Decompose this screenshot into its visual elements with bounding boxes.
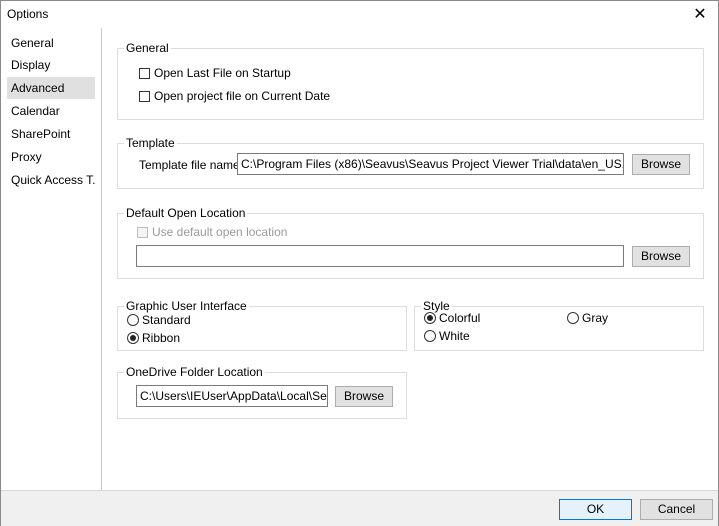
template-browse-button[interactable]: Browse — [632, 154, 690, 175]
use-default-location-label: Use default open location — [152, 225, 288, 239]
checkbox-box — [139, 67, 150, 79]
radio-circle — [127, 332, 139, 344]
checkbox-box — [137, 226, 148, 238]
general-legend: General — [124, 41, 171, 55]
gui-standard-radio[interactable]: Standard — [127, 313, 191, 327]
close-icon[interactable]: ✕ — [682, 1, 718, 27]
style-colorful-radio[interactable]: Colorful — [424, 311, 480, 325]
sidebar-item-advanced[interactable]: Advanced — [7, 77, 95, 99]
style-group: Style Colorful Gray White — [414, 299, 704, 351]
general-group: General Open Last File on Startup Open p… — [117, 41, 704, 120]
sidebar-item-sharepoint[interactable]: SharePoint — [7, 123, 95, 145]
use-default-location-checkbox[interactable]: Use default open location — [137, 225, 287, 239]
template-file-input[interactable]: C:\Program Files (x86)\Seavus\Seavus Pro… — [237, 153, 624, 175]
default-open-legend: Default Open Location — [124, 206, 248, 220]
sidebar-item-display[interactable]: Display — [7, 54, 95, 76]
style-gray-label: Gray — [582, 311, 609, 325]
dialog-footer: OK Cancel — [1, 490, 718, 526]
gui-ribbon-label: Ribbon — [142, 331, 181, 345]
onedrive-legend: OneDrive Folder Location — [124, 365, 265, 379]
default-open-browse-button[interactable]: Browse — [632, 246, 690, 267]
sidebar-item-proxy[interactable]: Proxy — [7, 146, 95, 168]
sidebar-nav: General Display Advanced Calendar ShareP… — [1, 28, 102, 490]
window-title: Options — [7, 7, 49, 21]
gui-group: Graphic User Interface Standard Ribbon — [117, 299, 407, 351]
template-file-label: Template file name: — [139, 158, 244, 172]
ok-button[interactable]: OK — [559, 499, 632, 520]
title-bar: Options ✕ — [1, 1, 718, 27]
sidebar-item-quick-access[interactable]: Quick Access T... — [7, 169, 95, 191]
default-open-path-input[interactable] — [136, 245, 624, 267]
gui-standard-label: Standard — [142, 313, 191, 327]
gui-legend: Graphic User Interface — [124, 299, 249, 313]
radio-circle — [127, 314, 139, 326]
open-last-file-checkbox[interactable]: Open Last File on Startup — [139, 66, 291, 80]
style-gray-radio[interactable]: Gray — [567, 311, 608, 325]
open-current-date-label: Open project file on Current Date — [154, 89, 331, 103]
open-last-file-label: Open Last File on Startup — [154, 66, 291, 80]
sidebar-item-calendar[interactable]: Calendar — [7, 100, 95, 122]
default-open-location-group: Default Open Location Use default open l… — [117, 206, 704, 279]
style-colorful-label: Colorful — [439, 311, 481, 325]
style-white-radio[interactable]: White — [424, 329, 470, 343]
radio-circle — [424, 312, 436, 324]
sidebar-item-general[interactable]: General — [7, 32, 95, 54]
onedrive-path-input[interactable]: C:\Users\IEUser\AppData\Local\Seav — [136, 385, 328, 407]
checkbox-box — [139, 90, 150, 102]
onedrive-group: OneDrive Folder Location C:\Users\IEUser… — [117, 365, 407, 419]
template-legend: Template — [124, 136, 177, 150]
options-dialog: Options ✕ General Display Advanced Calen… — [0, 0, 719, 526]
template-group: Template Template file name: C:\Program … — [117, 136, 704, 189]
onedrive-browse-button[interactable]: Browse — [335, 386, 393, 407]
radio-circle — [567, 312, 579, 324]
open-current-date-checkbox[interactable]: Open project file on Current Date — [139, 89, 330, 103]
style-white-label: White — [439, 329, 470, 343]
gui-ribbon-radio[interactable]: Ribbon — [127, 331, 180, 345]
radio-circle — [424, 330, 436, 342]
cancel-button[interactable]: Cancel — [640, 499, 713, 520]
